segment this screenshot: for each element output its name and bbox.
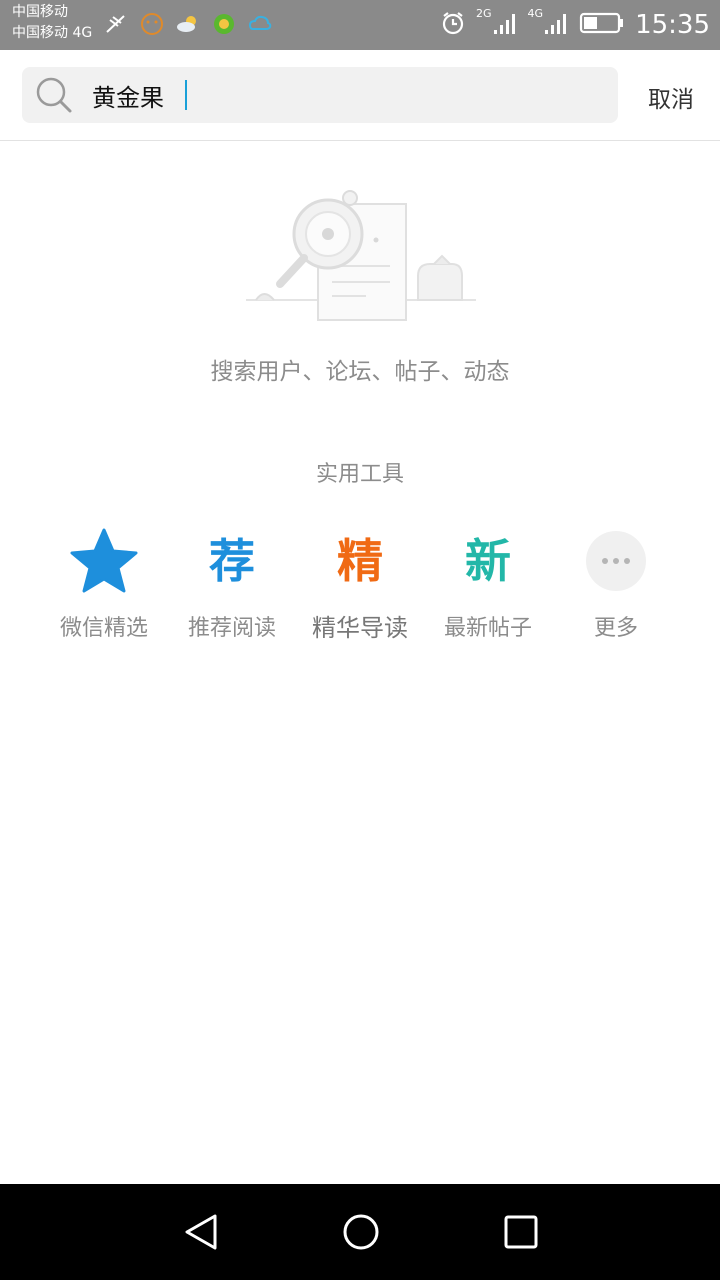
carrier-line-2: 中国移动 4G xyxy=(12,25,93,41)
signal-2g-icon xyxy=(492,10,518,40)
tools-section-title: 实用工具 xyxy=(315,462,404,487)
face-icon xyxy=(140,12,164,36)
feather-icon xyxy=(104,12,128,36)
battery-icon xyxy=(579,10,625,40)
recents-button[interactable] xyxy=(501,1212,541,1252)
notification-icons xyxy=(104,12,272,36)
app-notify-icon xyxy=(212,12,236,36)
system-status: 2G 4G 15:35 xyxy=(440,0,710,50)
home-button[interactable] xyxy=(341,1212,381,1252)
back-button[interactable] xyxy=(182,1212,222,1252)
search-hint: 搜索用户、论坛、帖子、动态 xyxy=(210,359,510,385)
essence-glyph: 精 xyxy=(337,534,383,588)
weather-icon xyxy=(176,12,200,36)
tool-label: 精华导读 xyxy=(312,614,408,642)
search-header: 取消 xyxy=(0,50,720,141)
text-caret xyxy=(185,80,187,110)
clock: 15:35 xyxy=(635,10,710,40)
tool-more[interactable]: 更多 xyxy=(552,526,680,642)
tool-wechat-selection[interactable]: 微信精选 xyxy=(40,526,168,642)
tool-label: 更多 xyxy=(593,616,638,641)
recommend-glyph: 荐 xyxy=(209,534,255,588)
tool-essence-reading[interactable]: 精 精华导读 xyxy=(296,526,424,643)
new-icon: 新 xyxy=(453,526,523,596)
tool-recommended-reading[interactable]: 荐 推荐阅读 xyxy=(168,526,296,642)
tool-label: 推荐阅读 xyxy=(187,616,276,641)
carrier-info: 中国移动 中国移动 4G xyxy=(12,2,92,44)
more-icon xyxy=(581,526,651,596)
status-bar: 中国移动 中国移动 4G 2G 4G 15:35 xyxy=(0,0,720,50)
alarm-icon xyxy=(440,10,466,40)
search-box[interactable] xyxy=(22,67,618,123)
search-input[interactable] xyxy=(92,77,592,113)
network-2g-label: 2G xyxy=(476,6,492,20)
tools-grid: 微信精选 荐 推荐阅读 精 精华导读 新 最新帖子 更多 xyxy=(40,526,680,656)
tool-label: 微信精选 xyxy=(59,616,148,641)
star-icon xyxy=(69,526,139,596)
essence-icon: 精 xyxy=(325,526,395,596)
new-glyph: 新 xyxy=(465,534,511,588)
tool-label: 最新帖子 xyxy=(443,616,532,641)
navigation-bar xyxy=(0,1184,720,1280)
search-empty-illustration xyxy=(246,188,478,328)
carrier-line-1: 中国移动 xyxy=(12,4,68,20)
network-4g-label: 4G xyxy=(527,6,544,20)
recommend-icon: 荐 xyxy=(197,526,267,596)
tool-latest-posts[interactable]: 新 最新帖子 xyxy=(424,526,552,642)
search-icon xyxy=(34,75,74,115)
cloud-icon xyxy=(248,12,272,36)
signal-4g-icon xyxy=(543,10,569,40)
cancel-button[interactable]: 取消 xyxy=(648,80,694,114)
